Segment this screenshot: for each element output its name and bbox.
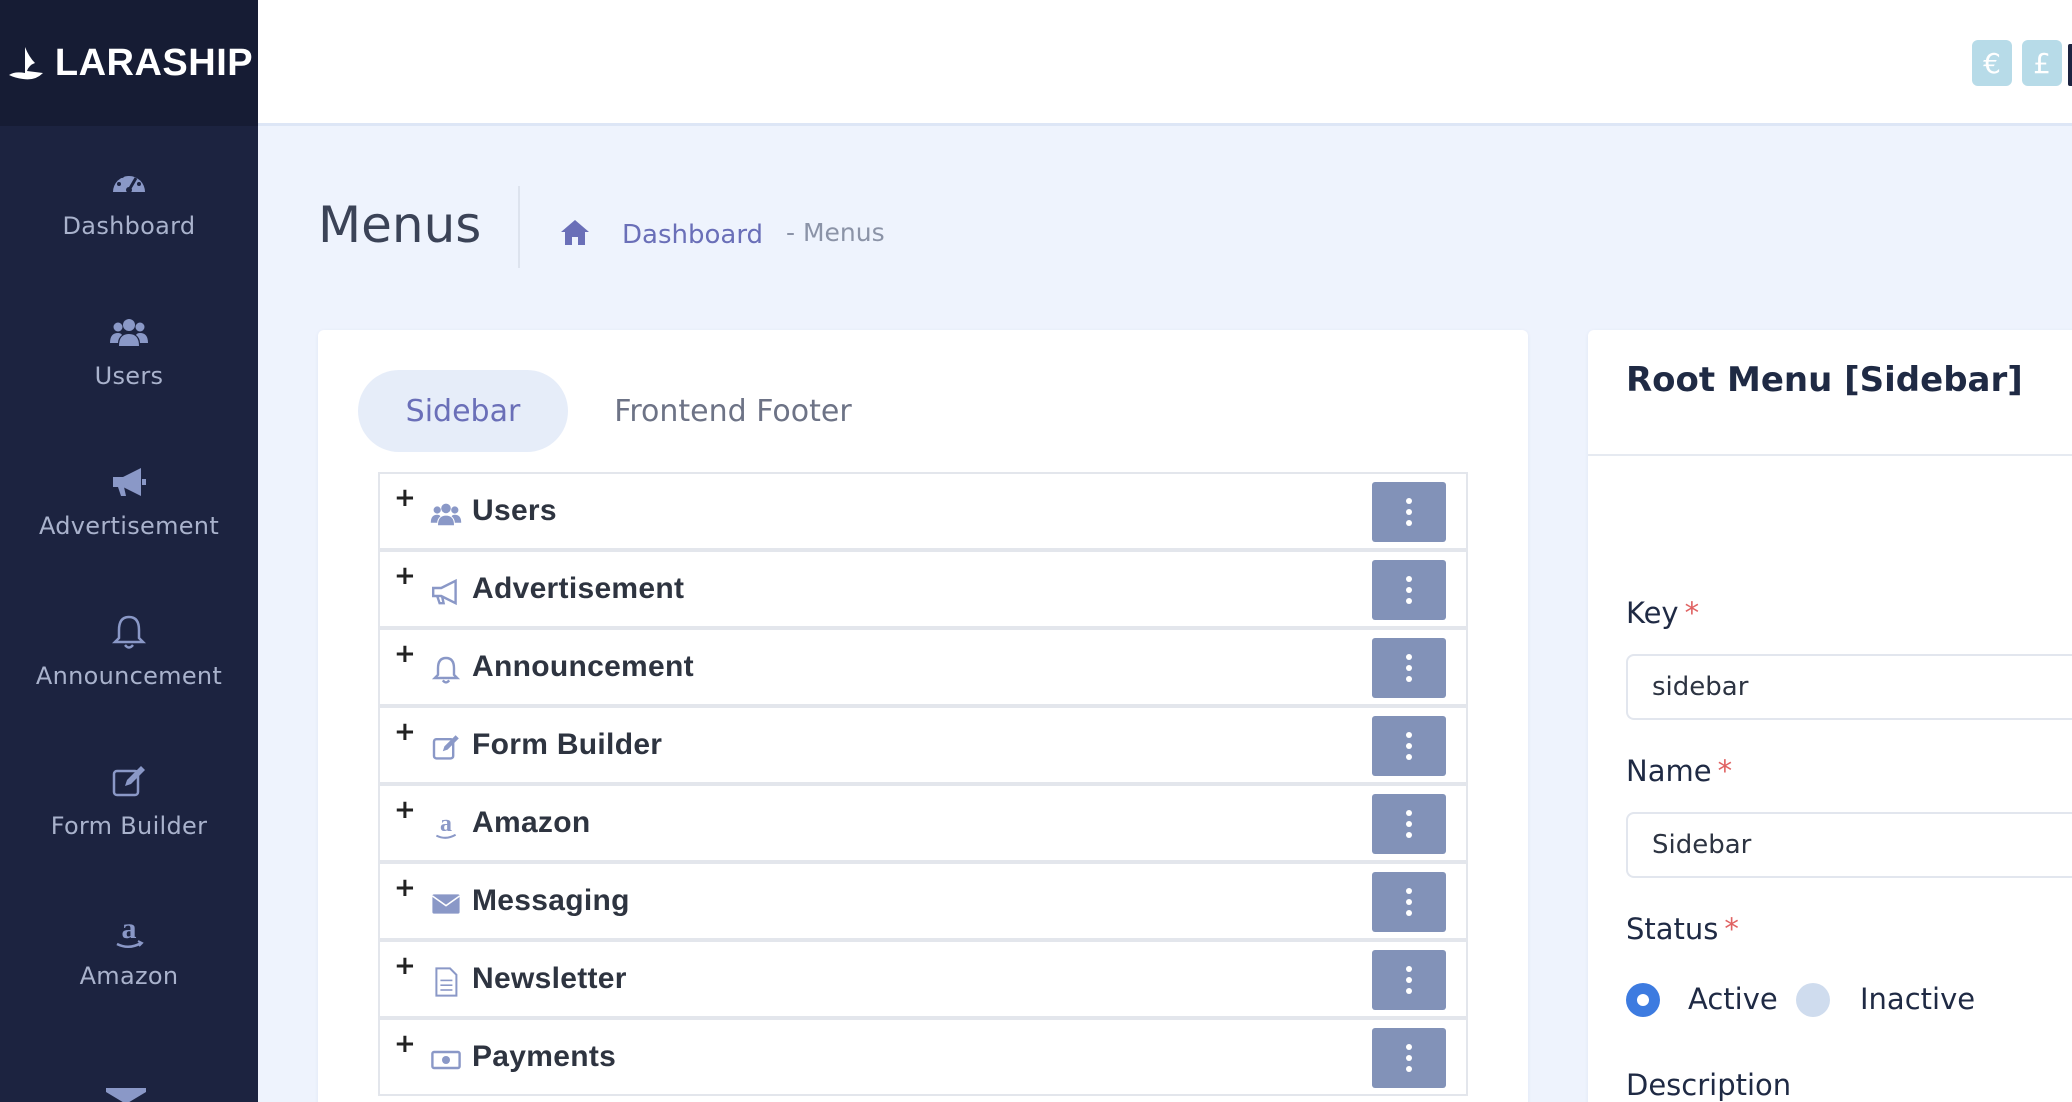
topbar-menu-edge[interactable] <box>2068 44 2072 86</box>
brand[interactable]: LARASHIP <box>0 0 258 126</box>
sidebar-item-label: Form Builder <box>50 812 208 840</box>
brand-name: LARASHIP <box>54 41 254 84</box>
status-active-radio[interactable] <box>1626 983 1660 1017</box>
sidebar-item-announcement[interactable]: Announcement <box>0 576 258 726</box>
menu-item-label: Payments <box>472 1040 617 1073</box>
expand-toggle[interactable]: + <box>394 875 416 901</box>
description-label: Description <box>1626 1068 1792 1102</box>
status-active-label[interactable]: Active <box>1688 982 1778 1016</box>
sidebar-item-advertisement[interactable]: Advertisement <box>0 426 258 576</box>
users-icon <box>430 503 462 526</box>
sidebar-item-label: Announcement <box>35 662 223 690</box>
sidebar-item-label: Dashboard <box>62 212 196 240</box>
status-inactive-label[interactable]: Inactive <box>1860 982 1975 1016</box>
required-marker: * <box>1684 596 1700 630</box>
menu-item-actions-button[interactable] <box>1372 482 1446 542</box>
menu-item-label: Advertisement <box>472 572 685 605</box>
envelope-icon <box>106 1088 146 1102</box>
menu-item-actions-button[interactable] <box>1372 794 1446 854</box>
envelope-icon <box>431 894 461 914</box>
dashboard-gauge-icon <box>113 171 145 193</box>
menu-item-actions-button[interactable] <box>1372 872 1446 932</box>
status-label: Status * <box>1626 912 1739 946</box>
expand-toggle[interactable]: + <box>394 641 416 667</box>
status-inactive-radio[interactable] <box>1796 983 1830 1017</box>
pound-currency-button[interactable]: £ <box>2022 40 2062 86</box>
menu-item-label: Messaging <box>472 884 630 917</box>
menu-item-label: Amazon <box>472 806 591 839</box>
menu-item-messaging[interactable]: + Messaging <box>378 862 1468 940</box>
menu-item-advertisement[interactable]: + Advertisement <box>378 550 1468 628</box>
top-bar: € £ <box>258 0 2072 126</box>
expand-toggle[interactable]: + <box>394 1031 416 1057</box>
card-divider <box>1588 454 2072 456</box>
document-icon <box>435 967 458 997</box>
breadcrumb-current: - Menus <box>786 218 885 247</box>
sidebar: LARASHIP Dashboard Users Advertisement A… <box>0 0 258 1102</box>
menu-form-card: Root Menu [Sidebar] Key* Name* Status* A… <box>1588 330 2072 1102</box>
tab-frontend-footer[interactable]: Frontend Footer <box>588 370 878 452</box>
menu-item-users[interactable]: + Users <box>378 472 1468 550</box>
sidebar-item-label: Amazon <box>79 962 179 990</box>
menu-item-actions-button[interactable] <box>1372 638 1446 698</box>
required-marker: * <box>1717 754 1733 788</box>
menu-item-form-builder[interactable]: + Form Builder <box>378 706 1468 784</box>
tab-sidebar[interactable]: Sidebar <box>358 370 568 452</box>
sidebar-item-dashboard[interactable]: Dashboard <box>0 126 258 276</box>
amazon-icon: a <box>116 912 144 948</box>
menu-item-label: Form Builder <box>472 728 663 761</box>
home-icon[interactable] <box>560 218 590 246</box>
menu-item-label: Announcement <box>472 650 694 683</box>
breadcrumb-dashboard-link[interactable]: Dashboard <box>622 220 763 250</box>
expand-toggle[interactable]: + <box>394 485 416 511</box>
bell-icon <box>431 656 461 684</box>
menu-item-payments[interactable]: + Payments <box>378 1018 1468 1096</box>
svg-text:a: a <box>440 811 452 837</box>
expand-toggle[interactable]: + <box>394 953 416 979</box>
menu-item-announcement[interactable]: + Announcement <box>378 628 1468 706</box>
euro-currency-button[interactable]: € <box>1972 40 2012 86</box>
megaphone-icon <box>432 578 457 606</box>
expand-toggle[interactable]: + <box>394 797 416 823</box>
edit-icon <box>432 735 459 760</box>
menu-item-amazon[interactable]: + a Amazon <box>378 784 1468 862</box>
laraship-logo-icon <box>8 47 43 80</box>
menu-item-label: Newsletter <box>472 962 627 995</box>
sidebar-item-form-builder[interactable]: Form Builder <box>0 726 258 876</box>
header-divider <box>518 186 520 268</box>
required-marker: * <box>1724 912 1739 946</box>
page-title: Menus <box>318 196 482 254</box>
bell-icon <box>111 615 147 649</box>
amazon-icon: a <box>435 811 457 839</box>
name-label: Name * <box>1626 754 1733 788</box>
menu-item-actions-button[interactable] <box>1372 716 1446 776</box>
megaphone-icon <box>113 468 146 496</box>
menu-item-label: Users <box>472 494 557 527</box>
edit-icon <box>112 766 145 797</box>
menu-item-newsletter[interactable]: + Newsletter <box>378 940 1468 1018</box>
key-input[interactable] <box>1626 654 2072 720</box>
sidebar-item-amazon[interactable]: a Amazon <box>0 876 258 1026</box>
key-label: Key * <box>1626 596 1700 630</box>
money-icon <box>431 1050 461 1070</box>
svg-text:a: a <box>122 912 137 945</box>
expand-toggle[interactable]: + <box>394 563 416 589</box>
name-input[interactable] <box>1626 812 2072 878</box>
users-icon <box>110 319 148 346</box>
form-title: Root Menu [Sidebar] <box>1626 360 2023 400</box>
sidebar-item-label: Advertisement <box>38 512 220 540</box>
menu-list: + Users + Advertisement + Announcement +… <box>378 472 1468 1096</box>
expand-toggle[interactable]: + <box>394 719 416 745</box>
menu-item-actions-button[interactable] <box>1372 1028 1446 1088</box>
menu-item-actions-button[interactable] <box>1372 950 1446 1010</box>
sidebar-item-label: Users <box>94 362 164 390</box>
menu-tree-card: Sidebar Frontend Footer + Users + Advert… <box>318 330 1528 1102</box>
sidebar-item-users[interactable]: Users <box>0 276 258 426</box>
menu-item-actions-button[interactable] <box>1372 560 1446 620</box>
